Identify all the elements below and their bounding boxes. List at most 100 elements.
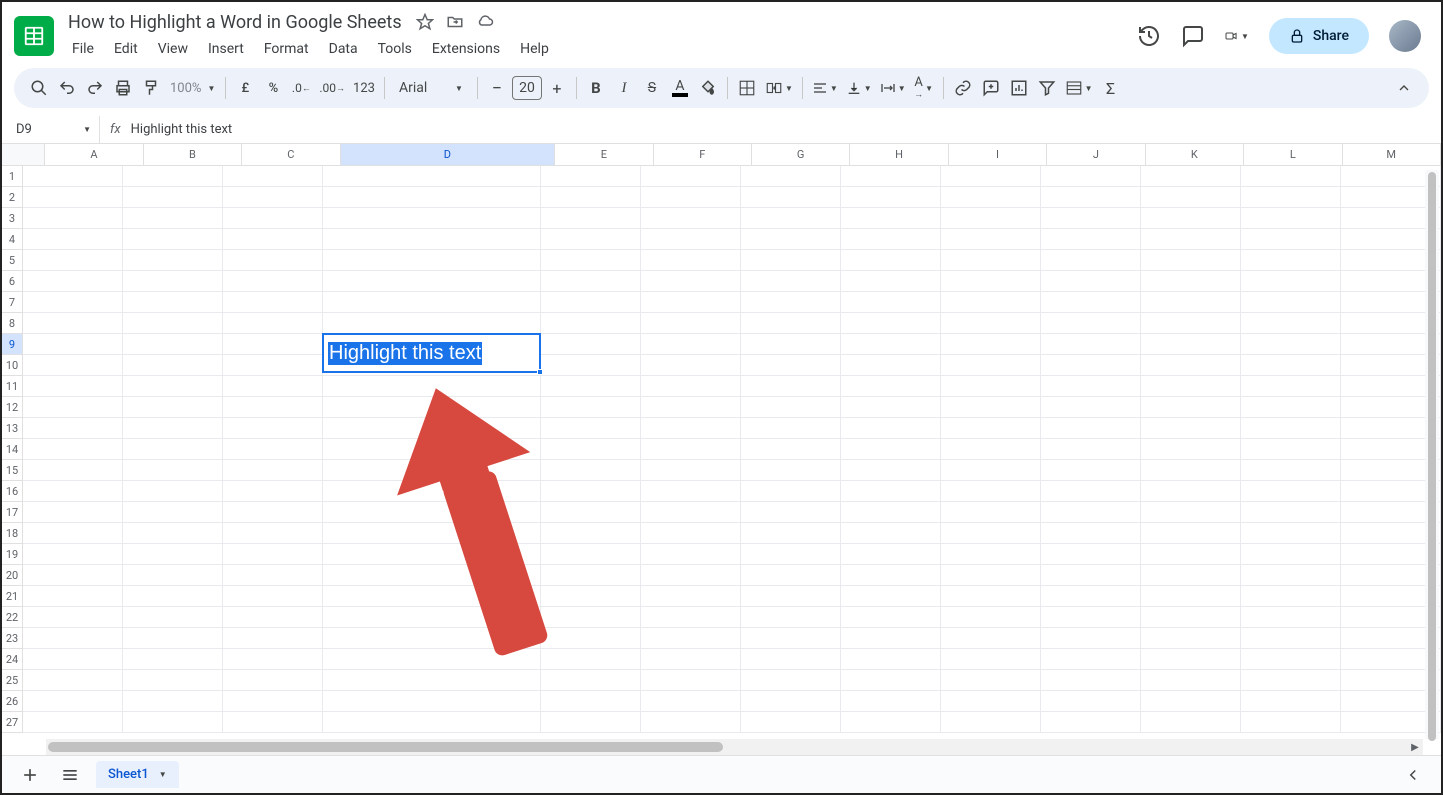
cell[interactable] <box>23 334 123 355</box>
font-size-increase[interactable]: + <box>544 74 570 102</box>
cell[interactable] <box>941 334 1041 355</box>
cell[interactable] <box>1041 586 1141 607</box>
cell[interactable] <box>641 418 741 439</box>
cell[interactable] <box>741 544 841 565</box>
menu-data[interactable]: Data <box>321 37 366 61</box>
name-box[interactable]: D9▼ <box>2 116 100 143</box>
scroll-right-arrow[interactable]: ▶ <box>1407 739 1423 755</box>
cell[interactable] <box>1141 355 1241 376</box>
cell[interactable] <box>1041 502 1141 523</box>
cell[interactable] <box>841 439 941 460</box>
row-header[interactable]: 21 <box>2 586 23 607</box>
fill-handle[interactable] <box>537 369 543 375</box>
cell[interactable] <box>323 166 541 187</box>
cell[interactable] <box>741 712 841 733</box>
cell[interactable] <box>541 649 641 670</box>
column-header[interactable]: K <box>1146 144 1244 165</box>
cell[interactable] <box>123 565 223 586</box>
cell[interactable] <box>223 607 323 628</box>
cell[interactable] <box>1241 712 1341 733</box>
cell[interactable] <box>23 628 123 649</box>
cell[interactable] <box>1041 250 1141 271</box>
cell[interactable] <box>841 271 941 292</box>
cell[interactable] <box>741 397 841 418</box>
cell[interactable] <box>741 334 841 355</box>
cell[interactable] <box>841 187 941 208</box>
text-rotation-button[interactable]: A→▼ <box>911 74 937 102</box>
cell[interactable] <box>223 670 323 691</box>
row-header[interactable]: 24 <box>2 649 23 670</box>
cell[interactable] <box>223 355 323 376</box>
cell[interactable] <box>841 229 941 250</box>
row-header[interactable]: 6 <box>2 271 23 292</box>
cell[interactable] <box>123 292 223 313</box>
cell[interactable] <box>541 334 641 355</box>
cell[interactable] <box>223 292 323 313</box>
paint-format-icon[interactable] <box>138 74 164 102</box>
cell[interactable] <box>223 166 323 187</box>
cell[interactable] <box>841 313 941 334</box>
cell[interactable] <box>123 481 223 502</box>
cell[interactable] <box>1041 376 1141 397</box>
cell[interactable] <box>1241 376 1341 397</box>
row-header[interactable]: 2 <box>2 187 23 208</box>
cell[interactable] <box>941 565 1041 586</box>
cell[interactable] <box>641 565 741 586</box>
cell[interactable] <box>941 670 1041 691</box>
cell[interactable] <box>123 691 223 712</box>
cell[interactable] <box>1241 670 1341 691</box>
cell[interactable] <box>1141 229 1241 250</box>
row-header[interactable]: 17 <box>2 502 23 523</box>
insert-comment-button[interactable] <box>978 74 1004 102</box>
v-align-button[interactable]: ▼ <box>843 74 875 102</box>
cell[interactable] <box>223 397 323 418</box>
column-header[interactable]: E <box>555 144 653 165</box>
menu-format[interactable]: Format <box>256 37 317 61</box>
cell[interactable] <box>1241 334 1341 355</box>
cell[interactable] <box>841 166 941 187</box>
cell[interactable] <box>741 523 841 544</box>
menu-help[interactable]: Help <box>512 37 557 61</box>
cell[interactable] <box>223 712 323 733</box>
bold-button[interactable]: B <box>583 74 609 102</box>
cell[interactable] <box>123 418 223 439</box>
cell[interactable] <box>323 628 541 649</box>
link-button[interactable] <box>950 74 976 102</box>
cell[interactable] <box>741 187 841 208</box>
cell[interactable] <box>223 481 323 502</box>
column-header[interactable]: H <box>850 144 948 165</box>
cell[interactable] <box>1241 418 1341 439</box>
cloud-saved-icon[interactable] <box>476 13 494 31</box>
explore-button[interactable] <box>1399 761 1427 789</box>
fill-color-button[interactable] <box>695 74 721 102</box>
cell[interactable] <box>841 628 941 649</box>
cell[interactable] <box>641 166 741 187</box>
cell[interactable] <box>323 586 541 607</box>
cell[interactable] <box>1041 313 1141 334</box>
cell[interactable] <box>641 229 741 250</box>
cell[interactable] <box>641 481 741 502</box>
vertical-scrollbar[interactable] <box>1425 170 1439 739</box>
cell[interactable] <box>23 313 123 334</box>
cell[interactable] <box>641 523 741 544</box>
cell[interactable] <box>1041 439 1141 460</box>
cell[interactable] <box>941 691 1041 712</box>
cell[interactable] <box>1141 187 1241 208</box>
increase-decimal-button[interactable]: .00→ <box>316 74 348 102</box>
row-header[interactable]: 15 <box>2 460 23 481</box>
cell[interactable] <box>1141 523 1241 544</box>
formula-input[interactable]: Highlight this text <box>131 122 233 137</box>
cell[interactable] <box>23 691 123 712</box>
font-size-decrease[interactable]: − <box>484 74 510 102</box>
cell[interactable] <box>741 607 841 628</box>
cell[interactable] <box>941 166 1041 187</box>
cell[interactable] <box>941 418 1041 439</box>
cell[interactable] <box>841 607 941 628</box>
cell[interactable] <box>223 208 323 229</box>
cell[interactable] <box>541 586 641 607</box>
cell[interactable] <box>323 460 541 481</box>
cell[interactable] <box>641 187 741 208</box>
cell[interactable] <box>23 292 123 313</box>
cell[interactable] <box>223 523 323 544</box>
cell[interactable] <box>123 502 223 523</box>
